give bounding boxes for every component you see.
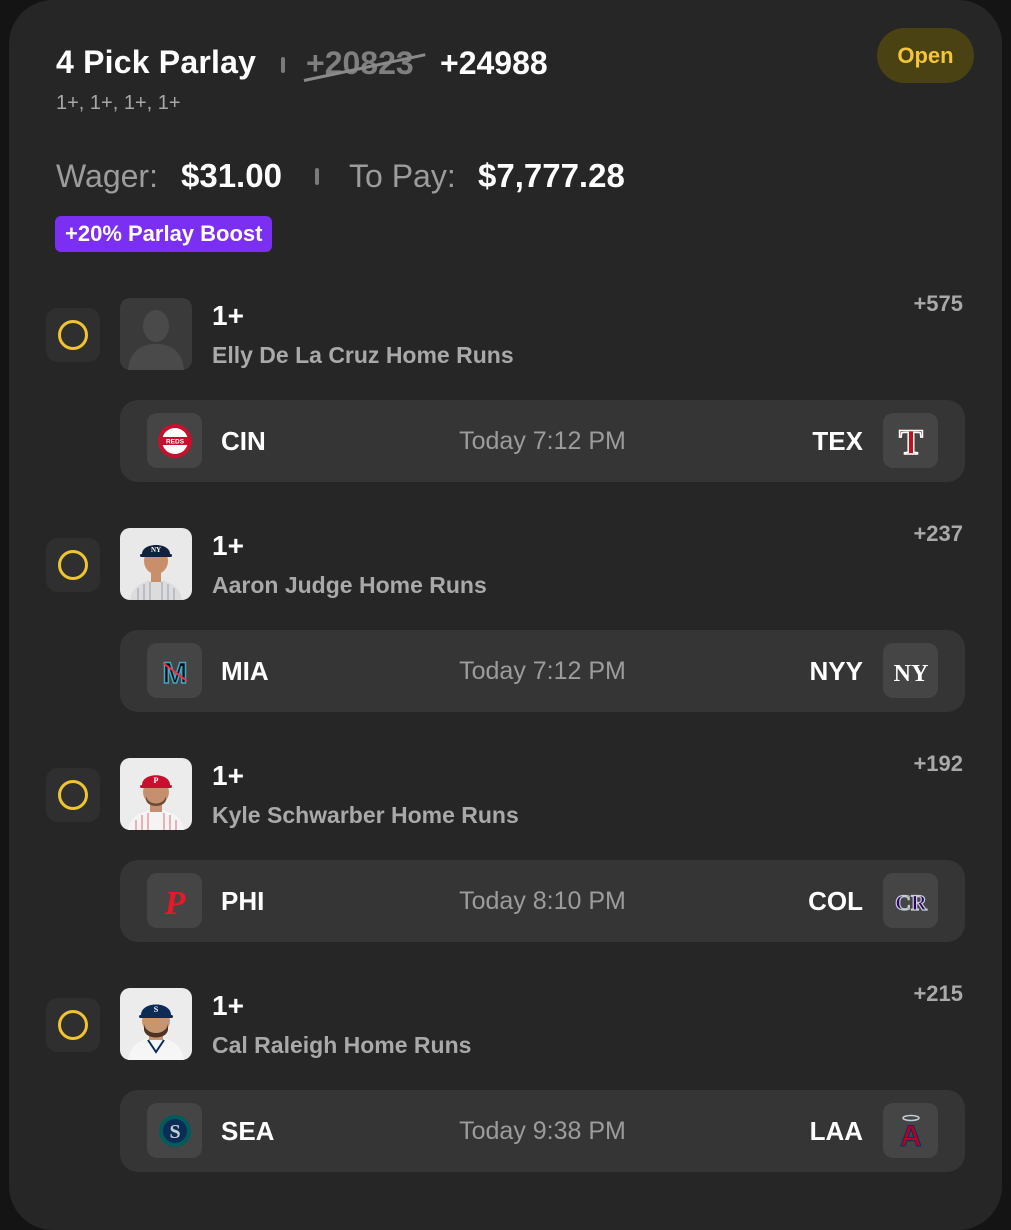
leg-prop: Kyle Schwarber Home Runs (212, 802, 519, 828)
status-badge: Open (877, 28, 974, 83)
parlay-leg[interactable]: NY 1+ Aaron Judge Home Runs +237 M MIA T… (0, 521, 1011, 718)
leg-price: +237 (913, 521, 963, 546)
home-team-code: TEX (812, 426, 863, 456)
yankees-logo-icon: NY (883, 643, 938, 698)
wager-label: Wager: (56, 158, 158, 194)
to-pay-label: To Pay: (349, 158, 456, 194)
angels-logo-icon: A (883, 1103, 938, 1158)
parlay-title: 4 Pick Parlay (56, 44, 257, 80)
rangers-logo-icon: T (883, 413, 938, 468)
game-row[interactable]: REDS CIN Today 7:12 PM TEX T (120, 400, 965, 482)
svg-text:T: T (898, 422, 922, 461)
to-pay-value: $7,777.28 (478, 157, 625, 194)
home-team-code: LAA (809, 1116, 863, 1146)
leg-line: 1+ (212, 990, 244, 1021)
parlay-boost-badge: +20% Parlay Boost (55, 216, 273, 252)
leg-prop: Elly De La Cruz Home Runs (212, 342, 514, 368)
pending-status-icon (46, 308, 100, 362)
parlay-leg[interactable]: P 1+ Kyle Schwarber Home Runs +192 P PHI… (0, 751, 1011, 948)
lines-summary: 1+, 1+, 1+, 1+ (56, 92, 181, 114)
wager-divider (315, 168, 319, 185)
leg-line: 1+ (212, 760, 244, 791)
placeholder-silhouette-icon (120, 298, 192, 370)
game-row[interactable]: M MIA Today 7:12 PM NYY NY (120, 630, 965, 712)
game-row[interactable]: S SEA Today 9:38 PM LAA A (120, 1090, 965, 1172)
home-team-code: COL (808, 886, 863, 916)
svg-text:CR: CR (895, 890, 928, 915)
parlay-card[interactable]: 4 Pick Parlay +20823 +24988 1+, 1+, 1+, … (9, 0, 1002, 1230)
leg-price: +192 (913, 751, 963, 776)
boosted-odds: +24988 (440, 45, 548, 81)
leg-line: 1+ (212, 300, 244, 331)
svg-text:NY: NY (893, 661, 928, 687)
svg-text:P: P (154, 776, 159, 785)
leg-price: +575 (913, 291, 963, 316)
pending-status-icon (46, 998, 100, 1052)
player-photo-icon: S (120, 988, 192, 1060)
svg-text:S: S (154, 1005, 159, 1014)
pending-status-icon (46, 768, 100, 822)
svg-text:NY: NY (151, 546, 161, 554)
pending-status-icon (46, 538, 100, 592)
original-odds: +20823 (303, 45, 426, 82)
parlay-leg[interactable]: 1+ Elly De La Cruz Home Runs +575 REDS C… (0, 291, 1011, 488)
title-divider (281, 57, 285, 73)
leg-line: 1+ (212, 530, 244, 561)
player-photo-icon: NY (120, 528, 192, 600)
rockies-logo-icon: CR (883, 873, 938, 928)
leg-price: +215 (913, 981, 963, 1006)
leg-prop: Cal Raleigh Home Runs (212, 1032, 472, 1058)
leg-prop: Aaron Judge Home Runs (212, 572, 487, 598)
svg-text:A: A (900, 1120, 922, 1151)
wager-value: $31.00 (181, 157, 282, 194)
game-row[interactable]: P PHI Today 8:10 PM COL CR (120, 860, 965, 942)
home-team-code: NYY (809, 656, 863, 686)
parlay-leg[interactable]: S 1+ Cal Raleigh Home Runs +215 S SEA To… (0, 981, 1011, 1178)
player-photo-icon: P (120, 758, 192, 830)
